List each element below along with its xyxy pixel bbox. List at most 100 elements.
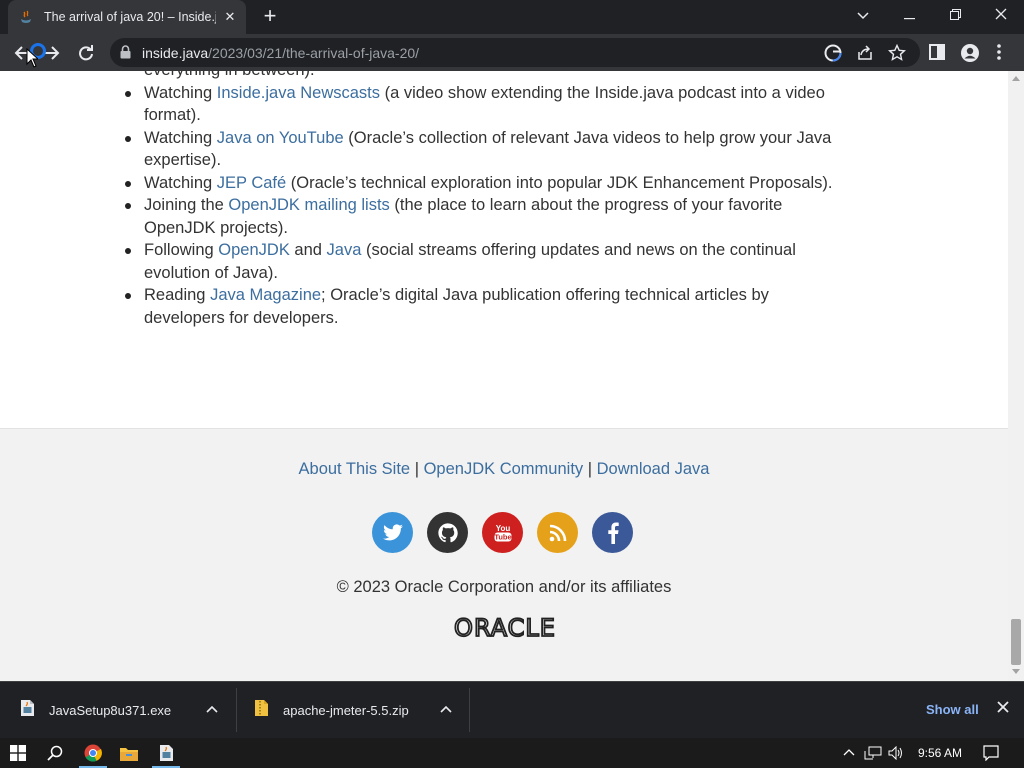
text-run: Following	[144, 241, 219, 259]
text-run: Reading	[144, 286, 211, 304]
facebook-icon[interactable]	[592, 512, 633, 553]
bullet-icon	[125, 293, 131, 299]
bullet-icon	[125, 180, 131, 187]
scroll-down-arrow-icon[interactable]	[1012, 669, 1020, 674]
show-all-downloads-button[interactable]: Show all	[926, 702, 979, 717]
text-line: Reading Java Magazine; Oracle’s digital …	[144, 284, 904, 307]
reload-button[interactable]	[72, 39, 100, 67]
page-scrollbar[interactable]	[1008, 71, 1024, 681]
rss-icon[interactable]	[537, 512, 578, 553]
download-item[interactable]: apache-jmeter-5.5.zip	[254, 682, 464, 739]
text-run: OpenJDK projects).	[144, 218, 288, 237]
side-panel-icon[interactable]	[928, 43, 948, 63]
openjdk-community-link[interactable]: OpenJDK Community	[424, 460, 584, 478]
browser-tab[interactable]: The arrival of java 20! – Inside.java ✕	[8, 0, 246, 34]
svg-text:Tube: Tube	[494, 532, 511, 541]
text-run: (Oracle’s technical exploration into pop…	[286, 173, 833, 192]
url-text[interactable]: inside.java/2023/03/21/the-arrival-of-ja…	[142, 45, 419, 61]
list-item: Joining the OpenJDK mailing lists (the p…	[125, 194, 904, 240]
tab-search-icon[interactable]	[840, 0, 886, 30]
close-window-button[interactable]	[978, 0, 1024, 30]
notification-center-icon[interactable]	[983, 745, 999, 764]
chevron-up-icon[interactable]	[206, 702, 218, 716]
inline-link[interactable]: Java Magazine	[210, 286, 321, 304]
twitter-icon[interactable]	[372, 512, 413, 553]
browser-toolbar: inside.java/2023/03/21/the-arrival-of-ja…	[0, 34, 1024, 71]
copyright-text: © 2023 Oracle Corporation and/or its aff…	[336, 578, 672, 596]
inline-link[interactable]: Java	[327, 241, 362, 259]
minimize-button[interactable]	[886, 0, 932, 30]
tab-title: The arrival of java 20! – Inside.java	[44, 10, 216, 24]
text-line: everything in between).	[144, 71, 904, 82]
inline-link[interactable]: JEP Café	[217, 174, 286, 192]
windows-taskbar: 9:56 AM	[0, 738, 1024, 768]
download-separator	[469, 688, 470, 732]
scrollbar-thumb[interactable]	[1011, 619, 1021, 665]
text-run: format).	[144, 106, 201, 124]
site-footer: About This Site | OpenJDK Community | Do…	[0, 428, 1008, 681]
github-icon[interactable]	[427, 512, 468, 553]
text-line: Following OpenJDK and Java (social strea…	[144, 239, 904, 262]
text-run: (a video show extending the Inside.java …	[380, 83, 825, 102]
download-item[interactable]: JavaSetup8u371.exe	[20, 682, 230, 739]
inline-link[interactable]: OpenJDK	[218, 241, 290, 259]
download-separator	[236, 688, 237, 732]
new-tab-button[interactable]: +	[258, 5, 282, 29]
text-run: Watching	[144, 128, 217, 147]
address-bar[interactable]: inside.java/2023/03/21/the-arrival-of-ja…	[110, 38, 920, 67]
bullet-icon	[125, 203, 131, 209]
text-line: Joining the OpenJDK mailing lists (the p…	[144, 194, 904, 217]
windows-start-icon[interactable]	[0, 738, 36, 768]
exe-file-icon	[20, 699, 35, 722]
google-lens-icon[interactable]	[824, 44, 842, 62]
oracle-logo[interactable]: ORACLE	[434, 613, 576, 645]
inline-link[interactable]: OpenJDK mailing lists	[228, 196, 389, 214]
download-filename: JavaSetup8u371.exe	[49, 703, 172, 718]
tab-close-icon[interactable]: ✕	[222, 9, 238, 25]
inline-link[interactable]: Inside.java Newscasts	[217, 84, 380, 102]
restore-button[interactable]	[932, 0, 978, 30]
text-run: Watching	[144, 83, 217, 102]
youtube-icon[interactable]: You Tube	[482, 512, 523, 553]
text-line: evolution of Java).	[144, 262, 904, 285]
footer-separator: |	[587, 460, 593, 478]
zip-file-icon	[254, 699, 269, 722]
text-run: evolution of Java).	[144, 263, 278, 282]
list-item: everything in between).	[144, 71, 904, 82]
download-java-link[interactable]: Download Java	[597, 460, 710, 478]
java-favicon-icon	[18, 9, 34, 25]
chevron-up-icon[interactable]	[440, 702, 452, 716]
java-installer-taskbar-icon[interactable]	[148, 738, 184, 768]
text-line: OpenJDK projects).	[144, 217, 904, 240]
text-run: (the place to learn about the progress o…	[389, 196, 783, 214]
share-icon[interactable]	[856, 44, 874, 62]
list-item: Reading Java Magazine; Oracle’s digital …	[125, 284, 904, 330]
search-icon[interactable]	[37, 738, 73, 768]
list-item: Watching Inside.java Newscasts (a video …	[125, 82, 904, 127]
text-run: Joining the	[144, 196, 229, 214]
profile-avatar-icon[interactable]	[960, 43, 980, 63]
taskbar-clock[interactable]: 9:56 AM	[918, 746, 962, 760]
list-item: Following OpenJDK and Java (social strea…	[125, 239, 904, 285]
text-line: developers for developers.	[144, 307, 904, 330]
bookmark-star-icon[interactable]	[887, 43, 907, 62]
text-run: expertise).	[144, 151, 222, 169]
download-filename: apache-jmeter-5.5.zip	[283, 703, 409, 718]
text-line: Watching Inside.java Newscasts (a video …	[144, 82, 904, 105]
scroll-up-arrow-icon[interactable]	[1012, 76, 1020, 81]
list-item: Watching Java on YouTube (Oracle’s colle…	[125, 127, 904, 172]
inline-link[interactable]: Java on YouTube	[217, 129, 344, 147]
file-explorer-icon[interactable]	[111, 738, 147, 768]
network-icon[interactable]	[864, 746, 882, 763]
volume-icon[interactable]	[888, 745, 904, 763]
bullet-icon	[125, 135, 131, 142]
tray-chevron-up-icon[interactable]	[843, 745, 855, 759]
text-line: Watching Java on YouTube (Oracle’s colle…	[144, 127, 904, 150]
lock-icon[interactable]	[120, 45, 131, 64]
menu-kebab-icon[interactable]	[996, 43, 1016, 63]
chrome-taskbar-icon[interactable]	[75, 738, 111, 768]
about-this-site-link[interactable]: About This Site	[299, 460, 411, 478]
text-line: Watching JEP Café (Oracle’s technical ex…	[144, 172, 904, 195]
close-download-bar-icon[interactable]	[997, 700, 1009, 718]
text-run: (social streams offering updates and new…	[361, 241, 796, 259]
